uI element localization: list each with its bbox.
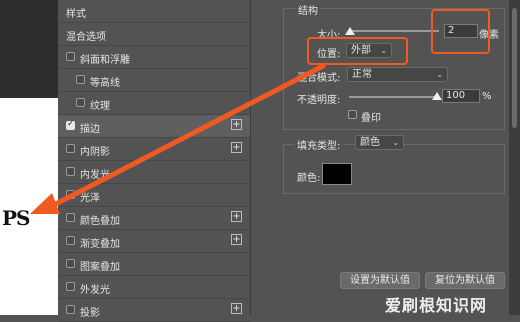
annotation-arrow — [30, 63, 326, 214]
arrow-head — [30, 193, 60, 214]
arrow-shaft — [45, 63, 326, 211]
